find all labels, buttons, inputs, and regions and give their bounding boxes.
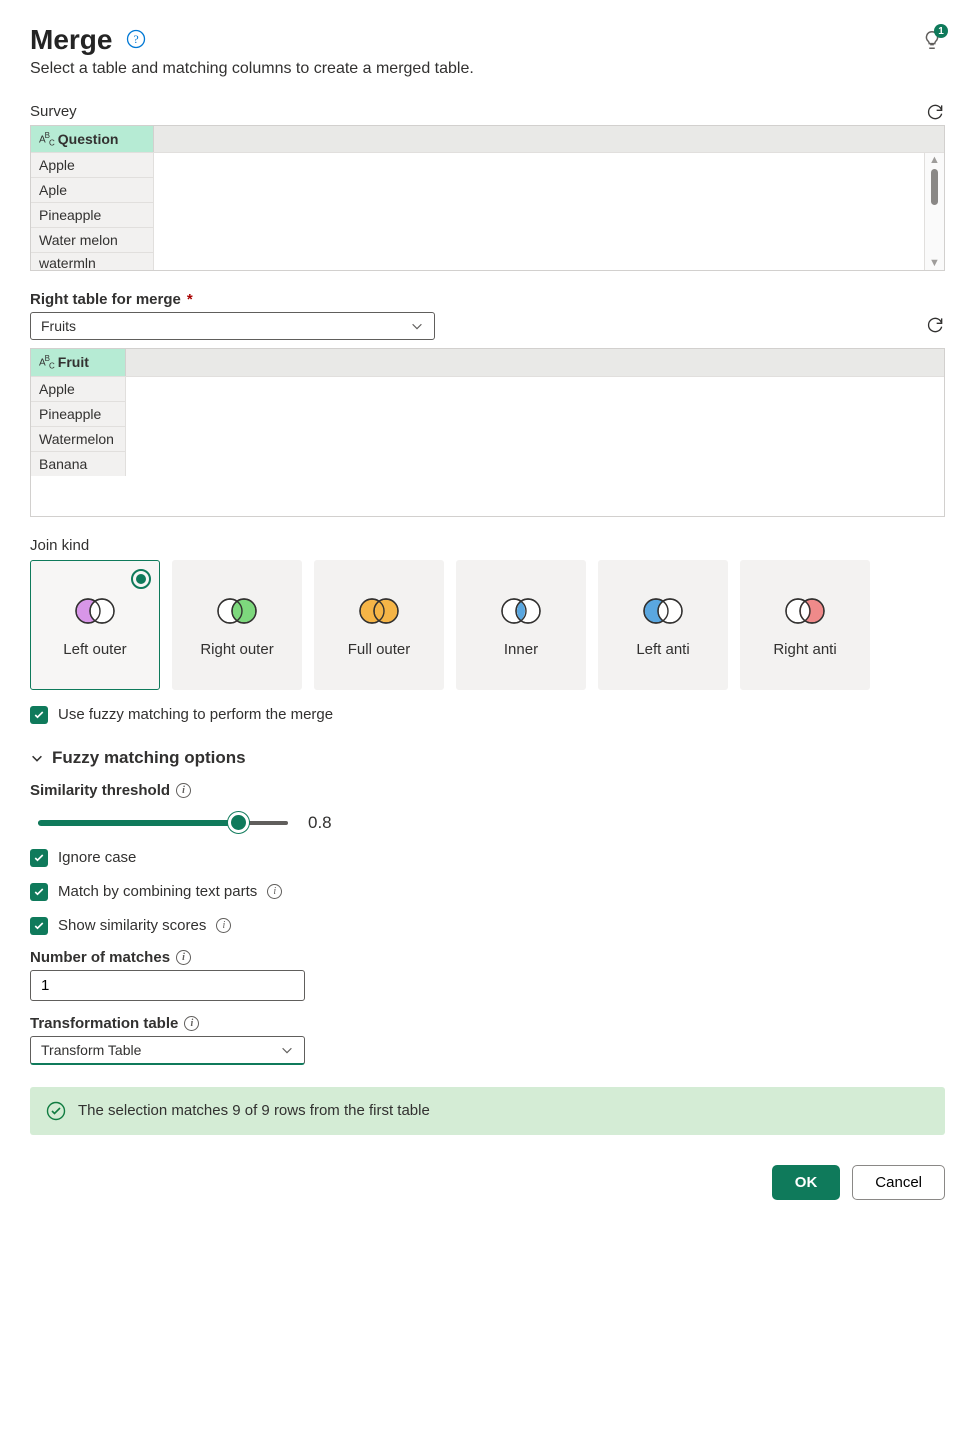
left-column-name: Question	[58, 131, 119, 147]
page-subtitle: Select a table and matching columns to c…	[30, 60, 945, 78]
help-icon[interactable]: ?	[126, 29, 146, 52]
table-cell[interactable]: Water melon	[31, 227, 154, 252]
refresh-icon[interactable]	[925, 315, 945, 338]
table-cell[interactable]: Watermelon	[31, 426, 126, 451]
join-option-label: Full outer	[348, 641, 411, 658]
table-cell[interactable]: Pineapple	[31, 401, 126, 426]
join-option-right-outer[interactable]: Right outer	[172, 560, 302, 690]
status-text: The selection matches 9 of 9 rows from t…	[78, 1102, 430, 1119]
scroll-up-icon[interactable]: ▲	[929, 153, 940, 167]
right-table-label: Right table for merge*	[30, 291, 945, 308]
join-option-label: Right outer	[200, 641, 273, 658]
ignore-case-checkbox[interactable]: Ignore case	[30, 849, 945, 867]
threshold-label: Similarity threshold i	[30, 782, 945, 799]
table-cell[interactable]: Banana	[31, 451, 126, 476]
fuzzy-matching-checkbox[interactable]: Use fuzzy matching to perform the merge	[30, 706, 945, 724]
chevron-down-icon	[30, 751, 44, 765]
table-cell[interactable]: Aple	[31, 177, 154, 202]
show-scores-label: Show similarity scores	[58, 917, 206, 934]
num-matches-input[interactable]	[30, 970, 305, 1001]
left-table-label: Survey	[30, 103, 77, 120]
fuzzy-options-title: Fuzzy matching options	[52, 748, 246, 768]
status-message: The selection matches 9 of 9 rows from t…	[30, 1087, 945, 1135]
grid-empty-area	[154, 152, 924, 270]
table-cell[interactable]: Pineapple	[31, 202, 154, 227]
join-option-left-anti[interactable]: Left anti	[598, 560, 728, 690]
chevron-down-icon	[410, 319, 424, 333]
checkbox-checked-icon	[30, 849, 48, 867]
left-table-grid[interactable]: ABC Question Apple Aple Pineapple Water …	[30, 125, 945, 271]
right-column-name: Fruit	[58, 354, 89, 370]
success-icon	[46, 1101, 66, 1121]
refresh-icon[interactable]	[925, 102, 945, 125]
info-icon[interactable]: i	[267, 884, 282, 899]
join-option-label: Left anti	[636, 641, 689, 658]
fuzzy-options-toggle[interactable]: Fuzzy matching options	[30, 748, 945, 768]
info-icon[interactable]: i	[176, 783, 191, 798]
info-icon[interactable]: i	[216, 918, 231, 933]
radio-selected-icon	[131, 569, 151, 589]
info-icon[interactable]: i	[184, 1016, 199, 1031]
info-icon[interactable]: i	[176, 950, 191, 965]
join-option-inner[interactable]: Inner	[456, 560, 586, 690]
checkbox-checked-icon	[30, 706, 48, 724]
text-type-icon: ABC	[39, 131, 54, 147]
threshold-value: 0.8	[308, 813, 332, 833]
show-scores-checkbox[interactable]: Show similarity scores i	[30, 917, 945, 935]
venn-icon	[496, 591, 546, 631]
scrollbar[interactable]: ▲ ▼	[924, 152, 944, 270]
venn-icon	[212, 591, 262, 631]
checkbox-checked-icon	[30, 883, 48, 901]
scroll-thumb[interactable]	[931, 169, 938, 205]
text-type-icon: ABC	[39, 354, 54, 370]
combine-parts-checkbox[interactable]: Match by combining text parts i	[30, 883, 945, 901]
combine-parts-label: Match by combining text parts	[58, 883, 257, 900]
table-cell[interactable]: watermln	[31, 252, 154, 270]
fuzzy-checkbox-label: Use fuzzy matching to perform the merge	[58, 706, 333, 723]
checkbox-checked-icon	[30, 917, 48, 935]
num-matches-label: Number of matches i	[30, 949, 945, 966]
grid-empty-area	[126, 376, 944, 516]
scroll-down-icon[interactable]: ▼	[929, 256, 940, 270]
join-option-label: Left outer	[63, 641, 126, 658]
transform-table-label: Transformation table i	[30, 1015, 945, 1032]
venn-icon	[638, 591, 688, 631]
transform-table-value: Transform Table	[41, 1042, 141, 1058]
threshold-slider[interactable]	[38, 820, 288, 826]
join-option-label: Inner	[504, 641, 538, 658]
slider-thumb[interactable]	[228, 812, 249, 833]
idea-icon[interactable]: 1	[919, 27, 945, 53]
ok-button[interactable]: OK	[772, 1165, 841, 1200]
venn-icon	[354, 591, 404, 631]
transform-table-select[interactable]: Transform Table	[30, 1036, 305, 1065]
right-table-grid[interactable]: ABC Fruit Apple Pineapple Watermelon Ban…	[30, 348, 945, 516]
venn-icon	[780, 591, 830, 631]
join-option-full-outer[interactable]: Full outer	[314, 560, 444, 690]
right-table-selected-value: Fruits	[41, 318, 76, 334]
chevron-down-icon	[280, 1043, 294, 1057]
right-table-select[interactable]: Fruits	[30, 312, 435, 340]
join-option-right-anti[interactable]: Right anti	[740, 560, 870, 690]
table-cell[interactable]: Apple	[31, 152, 154, 177]
left-column-header[interactable]: ABC Question	[31, 126, 154, 152]
venn-icon	[70, 591, 120, 631]
idea-count-badge: 1	[934, 24, 948, 38]
join-option-left-outer[interactable]: Left outer	[30, 560, 160, 690]
ignore-case-label: Ignore case	[58, 849, 136, 866]
right-column-header[interactable]: ABC Fruit	[31, 349, 126, 375]
cancel-button[interactable]: Cancel	[852, 1165, 945, 1200]
join-kind-label: Join kind	[30, 537, 945, 554]
table-cell[interactable]: Apple	[31, 376, 126, 401]
page-title: Merge	[30, 24, 112, 56]
svg-text:?: ?	[134, 32, 139, 46]
join-option-label: Right anti	[773, 641, 836, 658]
